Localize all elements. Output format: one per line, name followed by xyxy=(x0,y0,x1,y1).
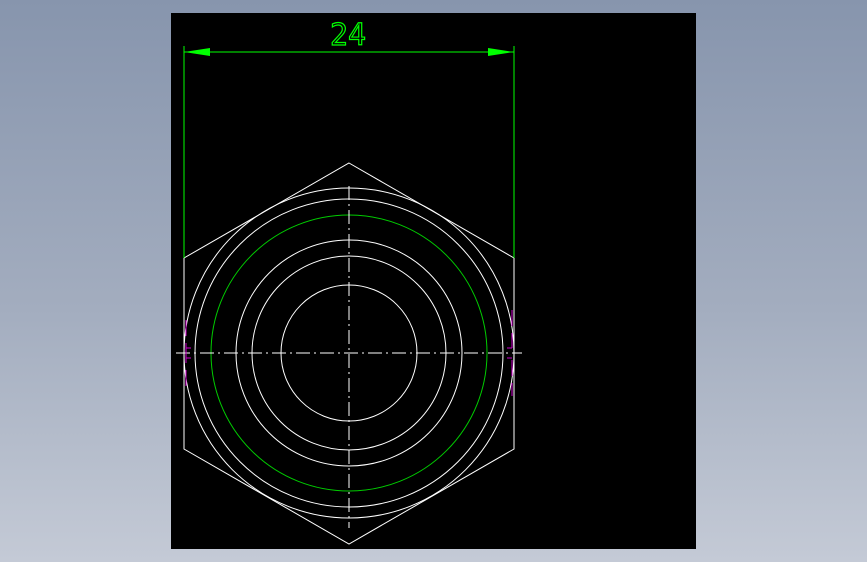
cad-drawing: 24 xyxy=(176,17,522,545)
arrowhead-icon xyxy=(488,48,514,56)
arrowhead-icon xyxy=(184,48,210,56)
dimension-value: 24 xyxy=(330,18,366,53)
